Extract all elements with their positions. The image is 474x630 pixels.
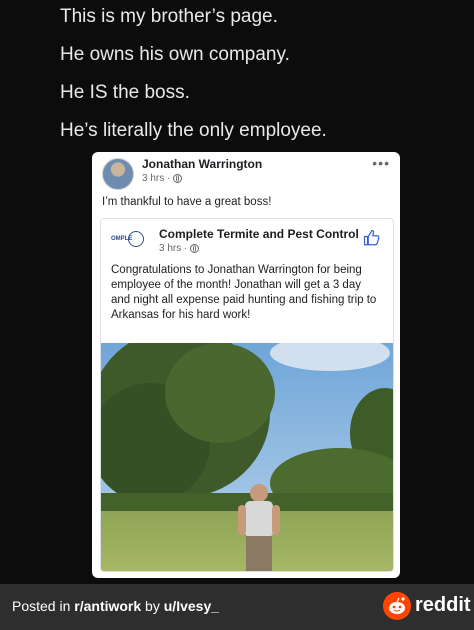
caption-line-4: He’s literally the only employee. — [60, 120, 327, 141]
company-logo[interactable]: OMPLE — [111, 231, 147, 247]
user-link[interactable]: u/Ivesy_ — [164, 598, 219, 614]
author-name[interactable]: Jonathan Warrington — [142, 157, 262, 171]
caption-line-2: He owns his own company. — [60, 44, 290, 65]
shared-header: OMPLE Complete Termite and Pest Control … — [101, 219, 393, 255]
shared-time[interactable]: 3 hrs · — [159, 243, 187, 254]
post-text: I’m thankful to have a great boss! — [102, 196, 272, 208]
posted-prefix: Posted in — [12, 598, 75, 614]
posted-in: Posted in r/antiwork by u/Ivesy_ — [12, 598, 219, 614]
thumbs-up-icon[interactable] — [363, 229, 381, 247]
ellipsis-icon[interactable]: ••• — [372, 156, 390, 170]
globe-icon — [190, 244, 200, 253]
post-time[interactable]: 3 hrs · — [142, 173, 170, 184]
caption: This is my brother’s page. He owns his o… — [60, 4, 460, 156]
caption-line-3: He IS the boss. — [60, 82, 190, 103]
shared-body: Congratulations to Jonathan Warrington f… — [111, 264, 377, 321]
facebook-post: Jonathan Warrington 3 hrs · ••• I’m than… — [92, 152, 400, 578]
shared-post[interactable]: OMPLE Complete Termite and Pest Control … — [100, 218, 394, 572]
avatar[interactable] — [102, 158, 134, 190]
employee-photo[interactable] — [100, 343, 394, 572]
shared-meta: 3 hrs · — [159, 243, 200, 254]
reddit-footer: Posted in r/antiwork by u/Ivesy_ reddit — [0, 584, 474, 630]
post-header: Jonathan Warrington 3 hrs · ••• — [92, 152, 400, 192]
subreddit-link[interactable]: r/antiwork — [74, 598, 141, 614]
logo-ring-icon — [128, 231, 145, 247]
by-text: by — [141, 598, 164, 614]
company-name[interactable]: Complete Termite and Pest Control — [159, 227, 359, 241]
reddit-wordmark[interactable]: reddit — [415, 594, 471, 617]
reddit-logo-icon[interactable] — [383, 592, 411, 620]
post-meta: 3 hrs · — [142, 173, 183, 184]
globe-icon — [173, 174, 183, 183]
caption-line-1: This is my brother’s page. — [60, 6, 278, 27]
